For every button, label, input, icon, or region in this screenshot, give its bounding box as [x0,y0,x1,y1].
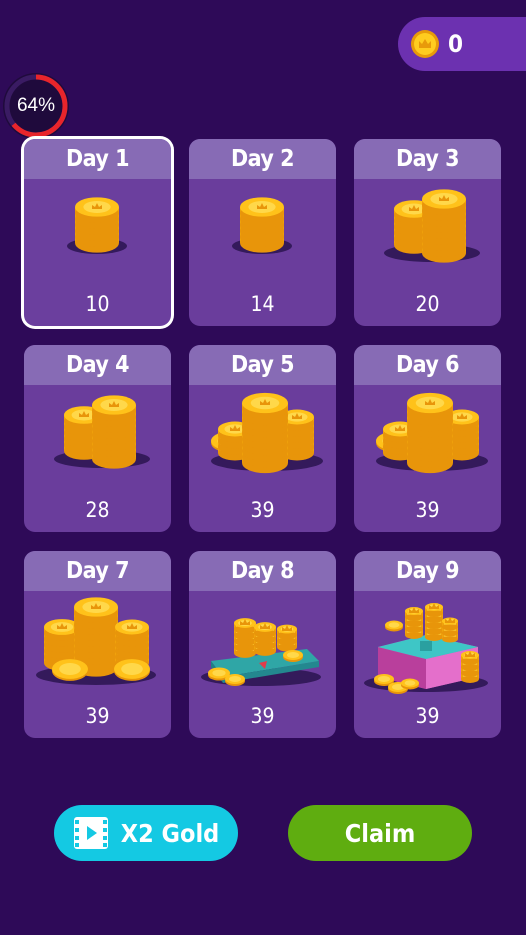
coin-tray-icon [201,618,321,686]
coin-stack-icon [376,392,488,474]
day-card-6[interactable]: Day 6 39 [354,345,501,532]
day-card-5[interactable]: Day 5 39 [189,345,336,532]
day-amount: 10 [85,292,110,316]
day-amount: 28 [85,498,110,522]
day-amount: 39 [250,704,275,728]
day-card-2[interactable]: Day 2 14 [189,139,336,326]
coin-stack-icon [54,395,150,469]
day-label: Day 5 [189,345,336,385]
daily-reward-grid: Day 1 10 Day 2 14 Day 3 20 Day 4 28 Day … [24,139,501,738]
day-amount: 39 [250,498,275,522]
day-card-4[interactable]: Day 4 28 [24,345,171,532]
day-card-7[interactable]: Day 7 39 [24,551,171,738]
x2-gold-button[interactable]: X2 Gold [54,805,238,861]
day-card-8[interactable]: Day 8 39 [189,551,336,738]
day-label: Day 6 [354,345,501,385]
day-amount: 14 [250,292,275,316]
day-label: Day 1 [24,139,171,179]
day-label: Day 4 [24,345,171,385]
video-film-icon [73,817,108,849]
coin-stack-icon [211,392,323,474]
crown-coin-icon [411,30,439,58]
coin-count: 0 [448,30,464,58]
claim-button[interactable]: Claim [288,805,472,861]
day-label: Day 2 [189,139,336,179]
day-label: Day 8 [189,551,336,591]
coin-pile-icon [36,597,156,685]
coin-counter: 0 [398,17,526,71]
day-amount: 39 [415,704,440,728]
day-card-1[interactable]: Day 1 10 [24,139,171,326]
claim-label: Claim [344,818,416,848]
day-label: Day 9 [354,551,501,591]
day-amount: 39 [415,498,440,522]
day-amount: 39 [85,704,110,728]
coin-stack-icon [67,197,127,254]
progress-percent: 64% [16,95,56,116]
day-label: Day 7 [24,551,171,591]
day-card-9[interactable]: Day 9 39 [354,551,501,738]
coin-stack-icon [384,189,480,263]
coin-stack-icon [232,197,292,254]
day-amount: 20 [415,292,440,316]
x2-gold-label: X2 Gold [120,818,220,848]
day-card-3[interactable]: Day 3 20 [354,139,501,326]
day-label: Day 3 [354,139,501,179]
treasure-chest-icon [364,603,488,694]
